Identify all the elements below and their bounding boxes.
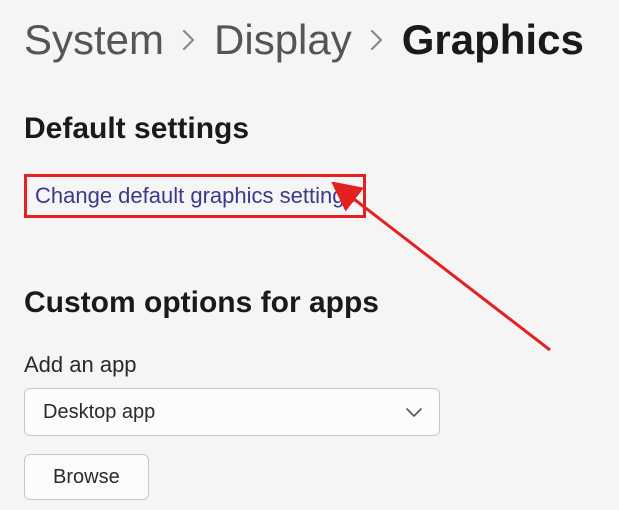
annotation-highlight-box: Change default graphics settings [24,174,366,218]
browse-button[interactable]: Browse [24,454,149,500]
custom-options-title: Custom options for apps [24,286,595,320]
change-default-graphics-link[interactable]: Change default graphics settings [35,183,355,208]
breadcrumb: System Display Graphics [24,16,595,64]
breadcrumb-graphics: Graphics [402,16,584,64]
breadcrumb-system[interactable]: System [24,16,164,64]
breadcrumb-display[interactable]: Display [214,16,352,64]
chevron-down-icon [405,406,423,418]
dropdown-selected-value: Desktop app [43,401,155,424]
chevron-right-icon [182,29,196,51]
add-an-app-label: Add an app [24,352,595,378]
chevron-right-icon [370,29,384,51]
app-type-dropdown[interactable]: Desktop app [24,388,440,436]
default-settings-title: Default settings [24,112,595,146]
